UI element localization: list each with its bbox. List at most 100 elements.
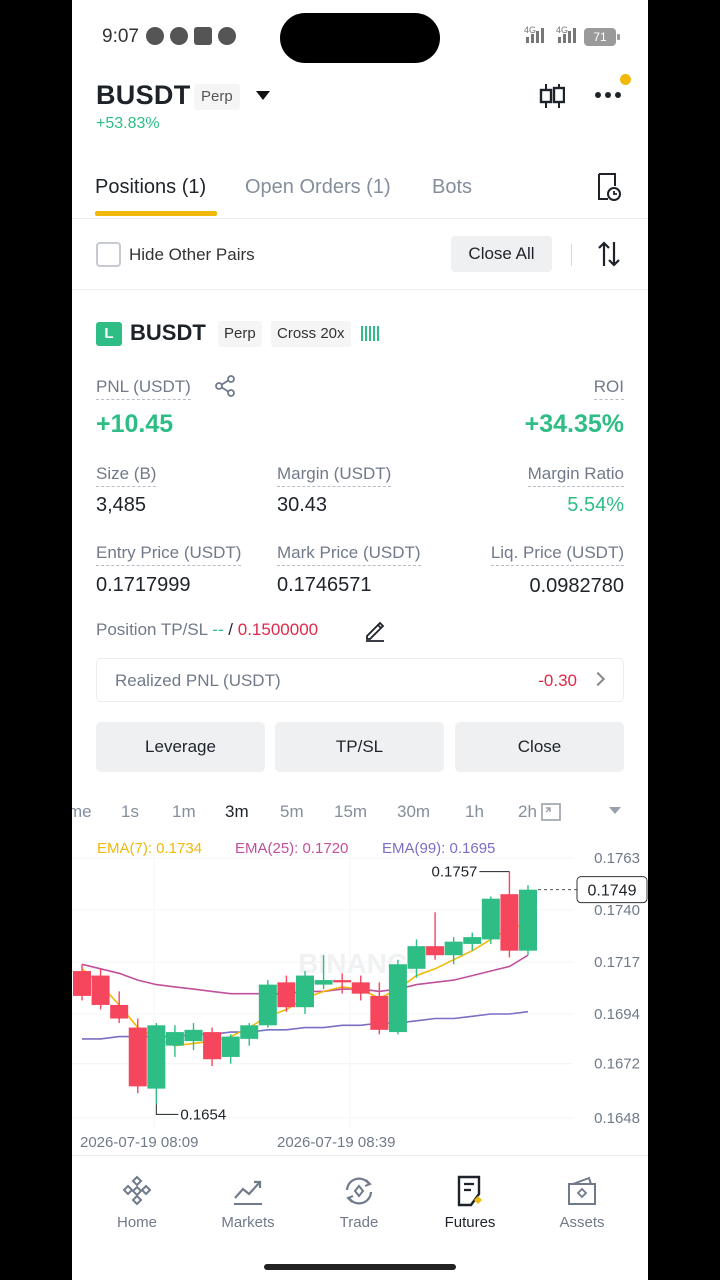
tab-open-orders[interactable]: Open Orders (1) xyxy=(245,176,391,199)
sort-icon[interactable] xyxy=(596,240,622,268)
camera-notch xyxy=(280,13,440,63)
candle-body xyxy=(444,941,463,956)
chevron-down-icon[interactable] xyxy=(256,91,270,100)
roi-value: +34.35% xyxy=(524,410,624,438)
pnl-value: +10.45 xyxy=(96,410,174,438)
nav-label: Assets xyxy=(559,1214,605,1231)
liq-price-label: Liq. Price (USDT) xyxy=(490,543,624,566)
candlestick-chart[interactable]: BINANCE0.17630.17400.17170.16940.16720.1… xyxy=(72,838,648,1138)
y-tick-label: 0.1763 xyxy=(594,850,640,867)
interval-15m[interactable]: 15m xyxy=(334,802,367,822)
interval-1s[interactable]: 1s xyxy=(121,802,139,822)
candle-body xyxy=(407,946,426,969)
divider xyxy=(72,218,648,219)
interval-selector: me 1s 1m 3m 5m 15m 30m 1h 2h xyxy=(72,798,648,828)
size-label: Size (B) xyxy=(96,464,157,487)
status-time: 9:07 xyxy=(102,26,139,47)
edit-icon[interactable] xyxy=(363,618,387,642)
hide-other-pairs-checkbox[interactable] xyxy=(96,242,121,267)
current-price-label: 0.1749 xyxy=(588,883,637,900)
candle-body xyxy=(110,1004,129,1019)
tab-positions[interactable]: Positions (1) xyxy=(95,176,206,199)
low-price-label: 0.1654 xyxy=(180,1106,226,1123)
nav-label: Home xyxy=(116,1214,157,1231)
candle-body xyxy=(128,1027,147,1087)
video-icon xyxy=(194,27,212,45)
margin-label: Margin (USDT) xyxy=(277,464,392,487)
interval-time[interactable]: me xyxy=(72,802,92,822)
candle-body xyxy=(370,995,389,1030)
margin-ratio-label: Margin Ratio xyxy=(527,464,624,487)
interval-1m[interactable]: 1m xyxy=(172,802,196,822)
candle-body xyxy=(314,980,333,985)
nav-home[interactable]: Home xyxy=(87,1174,187,1231)
position-tpsl: Position TP/SL -- / 0.1500000 xyxy=(96,620,318,640)
close-all-button[interactable]: Close All xyxy=(451,236,552,272)
nav-futures[interactable]: Futures xyxy=(420,1174,520,1231)
y-tick-label: 0.1694 xyxy=(594,1006,640,1023)
tp-value: -- xyxy=(212,620,224,639)
bottom-navigation: Home Markets Trade Futures Assets xyxy=(72,1155,648,1280)
candle-body xyxy=(351,982,370,994)
interval-1h[interactable]: 1h xyxy=(465,802,484,822)
expand-chart-icon[interactable] xyxy=(540,802,562,822)
hide-other-pairs-label[interactable]: Hide Other Pairs xyxy=(129,245,255,265)
candle-body xyxy=(388,964,407,1033)
x-tick-label: 2026-07-19 08:39 xyxy=(277,1134,396,1151)
tpsl-label: Position TP/SL xyxy=(96,620,208,639)
interval-2h[interactable]: 2h xyxy=(518,802,537,822)
adl-indicator-icon xyxy=(361,326,379,341)
order-history-icon[interactable] xyxy=(596,172,622,202)
mark-price-label: Mark Price (USDT) xyxy=(277,543,421,566)
candlestick-chart-icon[interactable] xyxy=(539,82,565,110)
tpsl-separator: / xyxy=(223,620,238,639)
candle-body xyxy=(91,975,110,1005)
position-symbol[interactable]: BUSDT xyxy=(130,320,206,346)
nav-trade[interactable]: Trade xyxy=(309,1174,409,1231)
tab-bots[interactable]: Bots xyxy=(432,176,472,199)
leverage-button[interactable]: Leverage xyxy=(96,722,265,772)
realized-pnl-row[interactable]: Realized PNL (USDT) -0.30 xyxy=(96,658,624,702)
nav-markets[interactable]: Markets xyxy=(198,1174,298,1231)
entry-price-value: 0.1717999 xyxy=(96,574,191,596)
long-badge: L xyxy=(96,322,122,346)
pair-symbol[interactable]: BUSDT xyxy=(96,80,191,111)
share-icon[interactable] xyxy=(213,374,237,398)
mark-price-value: 0.1746571 xyxy=(277,574,372,596)
more-options-icon[interactable] xyxy=(593,84,623,106)
divider xyxy=(72,289,648,290)
roi-label: ROI xyxy=(593,377,624,400)
tpsl-button[interactable]: TP/SL xyxy=(275,722,444,772)
nav-assets[interactable]: Assets xyxy=(532,1174,632,1231)
candle-body xyxy=(296,975,314,1008)
signal-icon xyxy=(558,28,576,43)
y-tick-label: 0.1717 xyxy=(594,954,640,971)
active-tab-indicator xyxy=(95,211,217,216)
assets-icon xyxy=(568,1176,596,1205)
margin-mode-tag[interactable]: Cross 20x xyxy=(271,321,351,347)
candle-body xyxy=(277,982,296,1008)
candle-body xyxy=(147,1025,166,1089)
candle-body xyxy=(519,889,537,951)
snapchat-icon xyxy=(146,27,164,45)
candle-body xyxy=(481,898,500,940)
facebook-icon xyxy=(170,27,188,45)
battery-icon: 71 xyxy=(584,28,620,46)
interval-5m[interactable]: 5m xyxy=(280,802,304,822)
candle-body xyxy=(165,1032,184,1046)
y-tick-label: 0.1672 xyxy=(594,1056,640,1073)
interval-30m[interactable]: 30m xyxy=(397,802,430,822)
realized-pnl-label: Realized PNL (USDT) xyxy=(115,671,281,690)
liq-price-value: 0.0982780 xyxy=(529,575,624,597)
home-indicator xyxy=(264,1264,456,1270)
chevron-right-icon xyxy=(590,671,606,687)
close-position-button[interactable]: Close xyxy=(455,722,624,772)
positions-toolbar: Hide Other Pairs Close All xyxy=(72,236,648,276)
candle-body xyxy=(203,1032,222,1060)
interval-3m[interactable]: 3m xyxy=(225,802,249,822)
x-tick-label: 2026-07-19 08:09 xyxy=(80,1134,199,1151)
candle-body xyxy=(463,937,482,944)
chevron-down-icon[interactable] xyxy=(609,807,621,814)
candle-body xyxy=(73,971,91,996)
pnl-label: PNL (USDT) xyxy=(96,377,191,400)
